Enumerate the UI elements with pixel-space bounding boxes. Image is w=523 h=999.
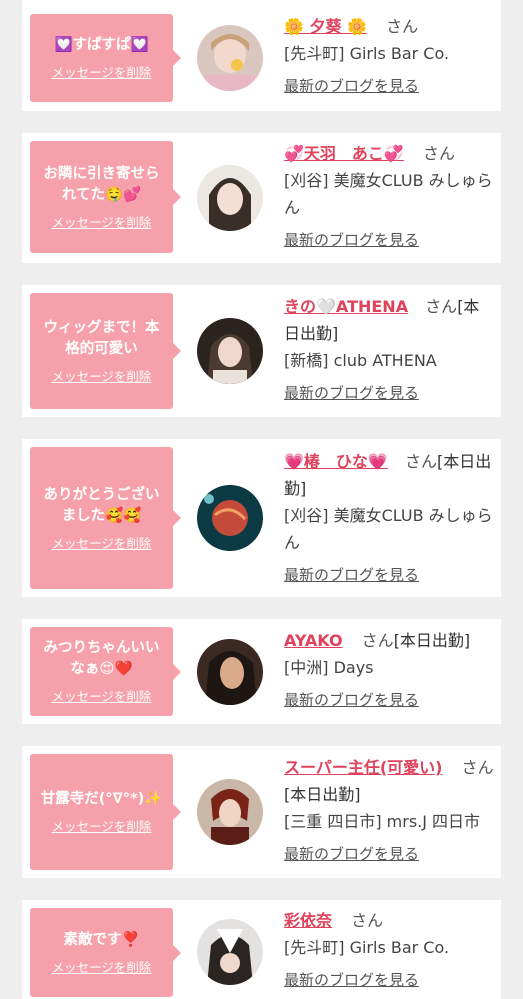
message-bubble: みつりちゃんいいなぁ😍❤️ メッセージを削除 (30, 627, 181, 716)
message-text: みつりちゃんいいなぁ😍❤️ (43, 640, 160, 677)
message-bubble: ウィッグまで！本格的可愛い メッセージを削除 (30, 293, 181, 409)
shop-name: [先斗町] Girls Bar Co. (284, 938, 450, 957)
shop-name: [刈谷] 美魔女CLUB みしゅらん (284, 171, 493, 217)
avatar[interactable] (197, 779, 263, 845)
delete-message-link[interactable]: メッセージを削除 (52, 533, 152, 552)
message-bubble: お隣に引き寄せられてた🤤💕 メッセージを削除 (30, 141, 181, 253)
latest-blog-link[interactable]: 最新のブログを見る (284, 73, 494, 100)
work-status: [本日出勤] (393, 631, 471, 650)
latest-blog-link[interactable]: 最新のブログを見る (284, 562, 494, 589)
honorific: さん (404, 452, 437, 471)
delete-message-link[interactable]: メッセージを削除 (52, 957, 152, 976)
sender-name-link[interactable]: 💞天羽 あこ💞 (284, 144, 404, 163)
message-text: ウィッグまで！本格的可愛い (43, 319, 160, 357)
delete-message-link[interactable]: メッセージを削除 (52, 686, 152, 705)
sender-info: きの🤍ATHENA さん[本日出勤] [新橋] club ATHENA 最新のブ… (284, 293, 494, 407)
sender-info: スーパー主任(可愛い) さん[本日出勤] [三重 四日市] mrs.J 四日市 … (284, 754, 494, 868)
delete-message-link[interactable]: メッセージを削除 (52, 816, 152, 835)
delete-message-link[interactable]: メッセージを削除 (52, 62, 152, 81)
sender-name-link[interactable]: 🌼 夕葵 🌼 (284, 17, 367, 36)
message-text: ありがとうございました🥰🥰 (43, 486, 160, 524)
message-card: お隣に引き寄せられてた🤤💕 メッセージを削除 💞天羽 あこ💞 さん [刈谷] 美… (22, 133, 501, 263)
avatar[interactable] (197, 639, 263, 705)
sender-info: 💗椿 ひな💗 さん[本日出勤] [刈谷] 美魔女CLUB みしゅらん 最新のブロ… (284, 448, 494, 589)
latest-blog-link[interactable]: 最新のブログを見る (284, 841, 494, 868)
avatar[interactable] (197, 919, 263, 985)
latest-blog-link[interactable]: 最新のブログを見る (284, 380, 494, 407)
message-bubble: 💟すぱすぱ💟 メッセージを削除 (30, 14, 181, 102)
message-card: ウィッグまで！本格的可愛い メッセージを削除 きの🤍ATHENA さん[本日出勤… (22, 285, 501, 417)
shop-name: [三重 四日市] mrs.J 四日市 (284, 812, 481, 831)
honorific: さん (422, 144, 455, 163)
avatar[interactable] (197, 318, 263, 384)
work-status: [本日出勤] (284, 785, 361, 804)
message-text: お隣に引き寄せられてた🤤💕 (43, 165, 160, 203)
avatar[interactable] (197, 25, 263, 91)
message-card: ありがとうございました🥰🥰 メッセージを削除 💗椿 ひな💗 さん[本日出勤] [… (22, 439, 501, 597)
honorific: さん (386, 17, 419, 36)
honorific: さん (461, 758, 494, 777)
shop-name: [先斗町] Girls Bar Co. (284, 44, 450, 63)
sender-name-link[interactable]: AYAKO (284, 631, 343, 650)
sender-info: 💞天羽 あこ💞 さん [刈谷] 美魔女CLUB みしゅらん 最新のブログを見る (284, 140, 494, 254)
avatar[interactable] (197, 165, 263, 231)
avatar[interactable] (197, 485, 263, 551)
honorific: さん (351, 911, 384, 930)
sender-name-link[interactable]: 彩依奈 (284, 911, 332, 930)
message-card: みつりちゃんいいなぁ😍❤️ メッセージを削除 AYAKO さん[本日出勤] [中… (22, 619, 501, 724)
message-text: 素敵です❣️ (63, 931, 140, 948)
message-card: 💟すぱすぱ💟 メッセージを削除 🌼 夕葵 🌼 さん [先斗町] Girls Ba… (22, 0, 501, 111)
sender-name-link[interactable]: スーパー主任(可愛い) (284, 758, 442, 777)
honorific: さん (361, 631, 394, 650)
latest-blog-link[interactable]: 最新のブログを見る (284, 687, 494, 714)
shop-name: [中洲] Days (284, 658, 374, 677)
message-bubble: 甘露寺だ(°∇°*)✨ メッセージを削除 (30, 754, 181, 870)
sender-name-link[interactable]: 💗椿 ひな💗 (284, 452, 388, 471)
message-card: 甘露寺だ(°∇°*)✨ メッセージを削除 スーパー主任(可愛い) さん [本日出勤… (22, 746, 501, 878)
message-card: 素敵です❣️ メッセージを削除 彩依奈 さん [先斗町] Girls Bar C… (22, 900, 501, 999)
message-text: 💟すぱすぱ💟 (54, 37, 149, 53)
message-bubble: ありがとうございました🥰🥰 メッセージを削除 (30, 447, 181, 589)
shop-name: [刈谷] 美魔女CLUB みしゅらん (284, 506, 493, 552)
honorific: さん (425, 297, 458, 316)
sender-info: 彩依奈 さん [先斗町] Girls Bar Co. 最新のブログを見る (284, 907, 494, 994)
message-text: 甘露寺だ(°∇°*)✨ (40, 791, 163, 807)
message-bubble: 素敵です❣️ メッセージを削除 (30, 908, 181, 997)
delete-message-link[interactable]: メッセージを削除 (52, 366, 152, 385)
sender-info: AYAKO さん[本日出勤] [中洲] Days 最新のブログを見る (284, 627, 494, 714)
latest-blog-link[interactable]: 最新のブログを見る (284, 967, 494, 994)
latest-blog-link[interactable]: 最新のブログを見る (284, 227, 494, 254)
delete-message-link[interactable]: メッセージを削除 (52, 212, 152, 231)
shop-name: [新橋] club ATHENA (284, 351, 437, 370)
sender-name-link[interactable]: きの🤍ATHENA (284, 297, 408, 316)
sender-info: 🌼 夕葵 🌼 さん [先斗町] Girls Bar Co. 最新のブログを見る (284, 13, 494, 100)
